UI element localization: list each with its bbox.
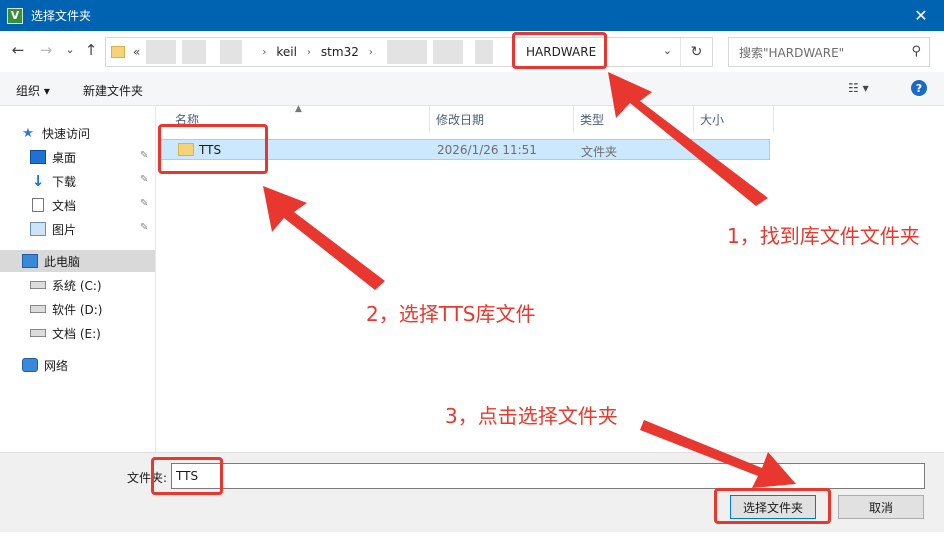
- arrow-to-select: [640, 420, 796, 488]
- annotation-step2: 2，选择TTS库文件: [366, 302, 536, 326]
- annotation-step1: 1，找到库文件文件夹: [727, 224, 920, 248]
- annotation-arrows: [263, 72, 796, 488]
- arrow-to-tts: [263, 186, 385, 290]
- arrow-to-hardware: [608, 72, 768, 206]
- annotation-step3: 3，点击选择文件夹: [445, 404, 618, 428]
